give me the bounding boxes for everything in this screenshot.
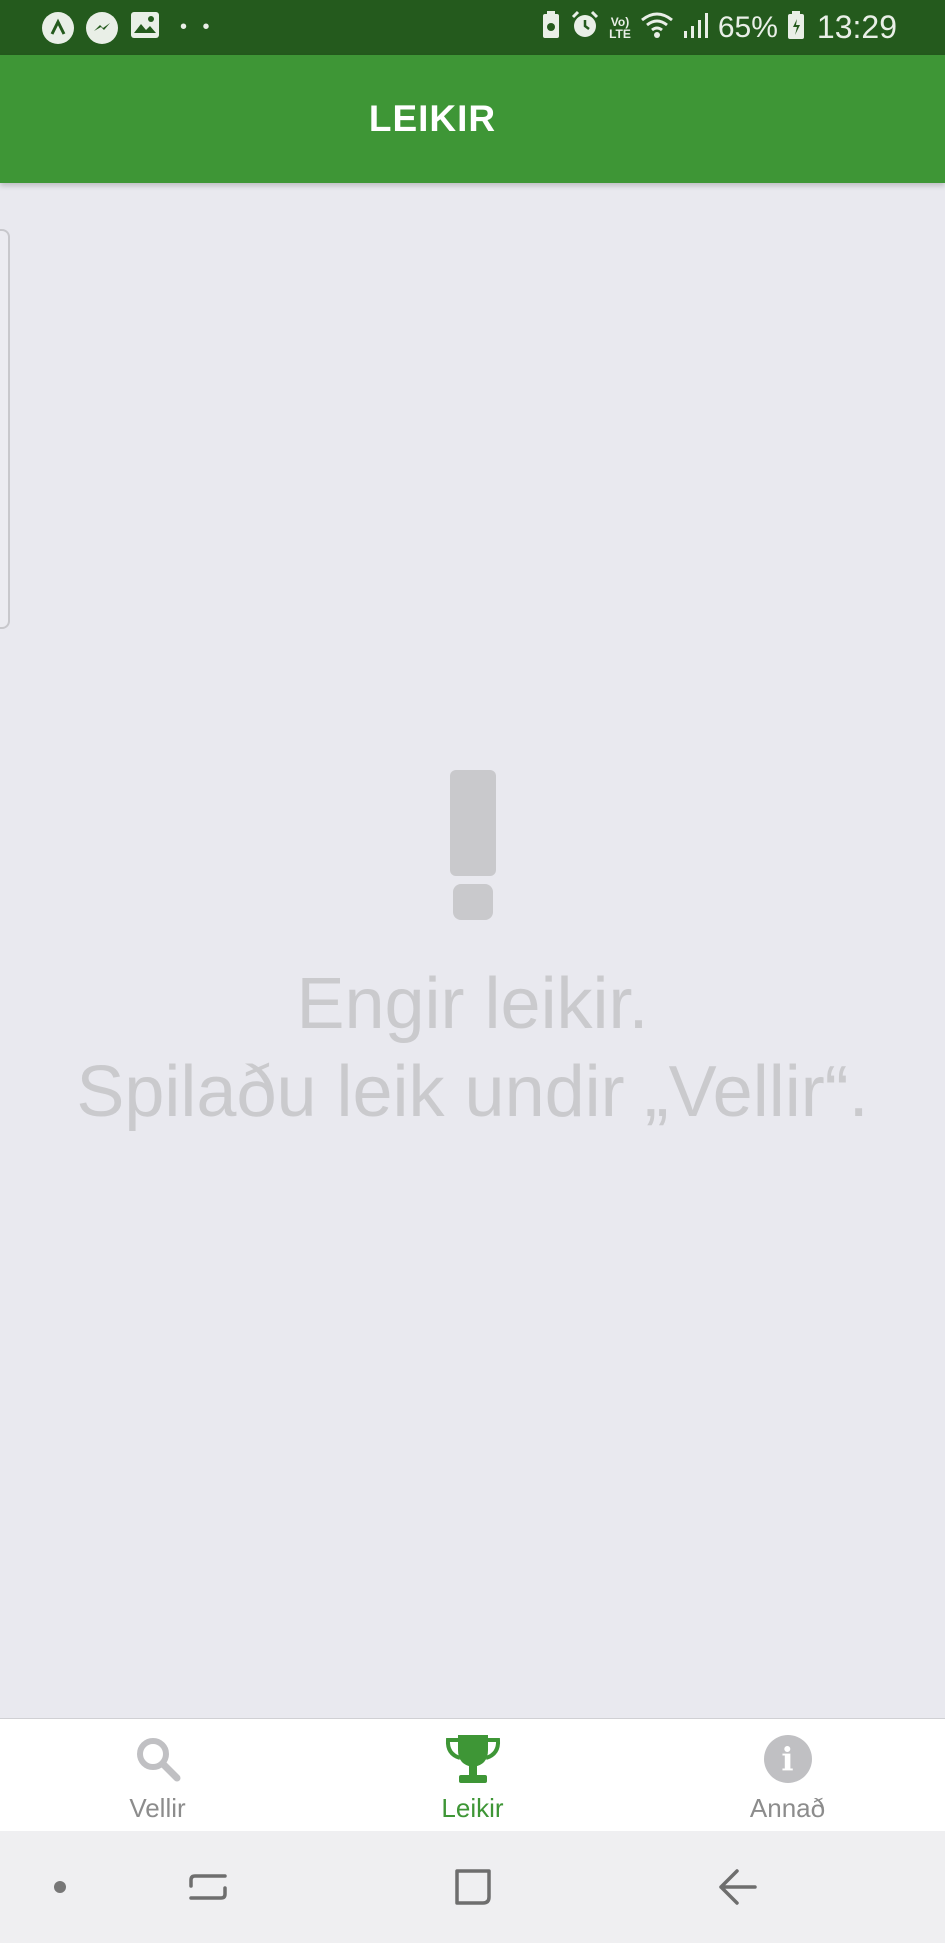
search-icon [133,1731,183,1787]
recents-icon[interactable] [185,1865,231,1909]
clock: 13:29 [816,9,897,45]
back-icon[interactable] [715,1865,761,1909]
battery-percent: 65% [717,10,778,44]
signal-icon [683,11,709,44]
tab-label-leikir: Leikir [441,1793,504,1823]
app-a-icon [42,11,74,44]
app-screen: • • Vo) LTE 65% 13:29 LEIKIR Engir leiki… [0,0,945,1943]
tab-label-vellir: Vellir [129,1793,186,1823]
battery-saver-icon [541,10,561,45]
info-icon: i [763,1731,812,1787]
tab-label-annad: Annað [749,1793,826,1823]
volte-icon: Vo) LTE [609,14,631,41]
gallery-icon [130,11,160,44]
nav-dot-icon[interactable] [50,1865,70,1909]
bottom-tab-bar: Vellir Leikir i Annað [0,1718,945,1832]
status-left: • • [42,11,227,44]
messenger-icon [86,11,118,44]
wifi-icon [640,11,674,44]
page-title: LEIKIR [368,98,497,139]
exclamation-icon [448,770,498,920]
empty-state: Engir leikir. Spilaðu leik undir „Vellir… [0,770,945,1136]
system-nav-bar [0,1831,945,1943]
status-bar: • • Vo) LTE 65% 13:29 [0,0,945,55]
app-bar: LEIKIR [0,55,945,183]
battery-icon [787,10,805,45]
more-notifications-dots: • • [180,16,215,38]
tab-annad[interactable]: i Annað [630,1719,945,1832]
alarm-icon [570,10,600,45]
trophy-icon [444,1731,502,1787]
edge-panel-handle[interactable] [0,229,10,629]
empty-message-hint: Spilaðu leik undir „Vellir“. [76,1052,869,1132]
empty-message-title: Engir leikir. [296,964,649,1044]
tab-vellir[interactable]: Vellir [0,1719,315,1832]
status-right: Vo) LTE 65% 13:29 [532,9,897,46]
home-icon[interactable] [450,1865,496,1909]
tab-leikir[interactable]: Leikir [315,1719,630,1832]
